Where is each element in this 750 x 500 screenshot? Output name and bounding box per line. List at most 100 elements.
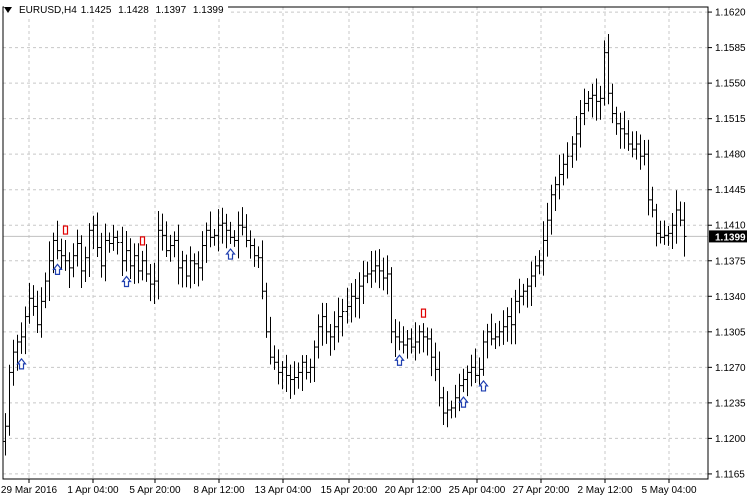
ohlc-bar [345, 287, 350, 324]
ohlc-bar [232, 230, 237, 247]
ohlc-bar [570, 136, 575, 168]
ohlc-bar [586, 91, 591, 112]
ohlc-bar [55, 220, 60, 260]
price-chart[interactable]: 1.1620 1.1585 1.1550 1.1515 1.1480 1.1445 1.14… [0, 0, 750, 500]
ohlc-bar [445, 391, 450, 428]
ohlc-bar [541, 221, 546, 276]
high-value: 1.1428 [118, 4, 149, 16]
ohlc-bar [39, 287, 44, 338]
ohlc-bar [413, 322, 418, 361]
x-tick-label: 5 May 04:00 [641, 485, 696, 496]
ohlc-bar [111, 224, 116, 251]
ohlc-bar [473, 348, 478, 384]
x-tick-label: 29 Mar 2016 [1, 485, 58, 496]
chart-window[interactable]: EURUSD,H4 1.1425 1.1428 1.1397 1.1399 1.… [0, 0, 750, 500]
sell-marker-icon [420, 308, 427, 318]
ohlc-bar [200, 231, 205, 281]
ohlc-bar [425, 327, 430, 356]
y-tick-label: 1.1410 [715, 221, 746, 232]
ohlc-bar [678, 201, 683, 227]
ohlc-bar [497, 320, 502, 347]
ohlc-bar [505, 307, 510, 342]
ohlc-bar [87, 223, 92, 277]
ohlc-bar [184, 254, 189, 288]
ohlc-bar [95, 212, 100, 258]
ohlc-bar [328, 324, 333, 356]
ohlc-bar [23, 306, 28, 355]
ohlc-bar [389, 267, 394, 344]
ohlc-bar [614, 106, 619, 135]
ohlc-bar [369, 251, 374, 288]
ohlc-bar [485, 323, 490, 359]
ohlc-bar [103, 223, 108, 282]
price-axis[interactable]: 1.1620 1.1585 1.1550 1.1515 1.1480 1.1445 1.14… [708, 8, 747, 481]
chart-menu-icon[interactable] [4, 7, 12, 13]
ohlc-bar [176, 224, 181, 285]
sell-marker-icon [139, 236, 146, 246]
plot-border [2, 6, 709, 480]
ohlc-bar [172, 231, 177, 258]
ohlc-bar [493, 323, 498, 349]
ohlc-bars [3, 33, 687, 456]
ohlc-bar [152, 262, 157, 304]
time-axis[interactable]: 29 Mar 2016 1 Apr 04:00 5 Apr 20:00 8 Apr 1… [1, 479, 697, 496]
x-tick-label: 20 Apr 12:00 [385, 485, 442, 496]
ohlc-bar [300, 355, 305, 392]
x-tick-label: 5 Apr 20:00 [129, 485, 181, 496]
symbol-label: EURUSD,H4 [19, 4, 77, 16]
ohlc-bar [196, 251, 201, 287]
ohlc-bar [453, 384, 458, 418]
ohlc-bar [630, 131, 635, 158]
ohlc-bar [136, 243, 141, 284]
ohlc-bar [545, 202, 550, 257]
ohlc-bar [662, 220, 667, 245]
ohlc-bar [59, 238, 64, 270]
ohlc-bar [401, 326, 406, 354]
ohlc-bar [312, 340, 317, 382]
ohlc-bar [156, 211, 161, 300]
ohlc-bar [164, 221, 169, 258]
ohlc-bar [437, 351, 442, 407]
ohlc-bar [31, 285, 36, 316]
ohlc-bar [610, 83, 615, 124]
ohlc-bar [256, 246, 261, 269]
ohlc-bar [7, 364, 12, 436]
close-value: 1.1399 [192, 4, 224, 16]
y-tick-label: 1.1480 [715, 150, 746, 161]
ohlc-bar [622, 111, 627, 149]
buy-arrow-icon [225, 248, 236, 260]
ohlc-bar [320, 302, 325, 346]
y-tick-label: 1.1235 [715, 398, 746, 409]
ohlc-bar [578, 99, 583, 148]
ohlc-bar [598, 85, 603, 120]
ohlc-bar [381, 257, 386, 291]
ohlc-bar [373, 250, 378, 283]
ohlc-bar [357, 272, 362, 319]
ohlc-bar [461, 368, 466, 393]
y-tick-label: 1.1585 [715, 43, 746, 54]
ohlc-bar [268, 316, 273, 365]
ohlc-bar [336, 297, 341, 343]
ohlc-bar [501, 310, 506, 345]
ohlc-bar [465, 365, 470, 397]
y-tick-label: 1.1620 [715, 8, 746, 19]
ohlc-bar [240, 207, 245, 236]
y-tick-label: 1.1550 [715, 79, 746, 90]
ohlc-bar [160, 213, 165, 251]
x-tick-label: 27 Apr 20:00 [513, 485, 570, 496]
ohlc-bar [674, 190, 679, 244]
ohlc-bar [3, 413, 8, 456]
ohlc-bar [509, 297, 514, 345]
ohlc-bar [670, 213, 675, 249]
ohlc-bar [433, 342, 438, 382]
ohlc-bar [489, 313, 494, 346]
ohlc-bar [417, 325, 422, 354]
buy-arrow-icon [394, 354, 405, 366]
ohlc-bar [393, 319, 398, 358]
ohlc-bar [658, 220, 663, 244]
x-tick-label: 2 May 12:00 [577, 485, 632, 496]
ohlc-bar [115, 230, 120, 255]
ohlc-bar [549, 184, 554, 235]
y-tick-label: 1.1445 [715, 185, 746, 196]
ohlc-bar [35, 290, 40, 334]
